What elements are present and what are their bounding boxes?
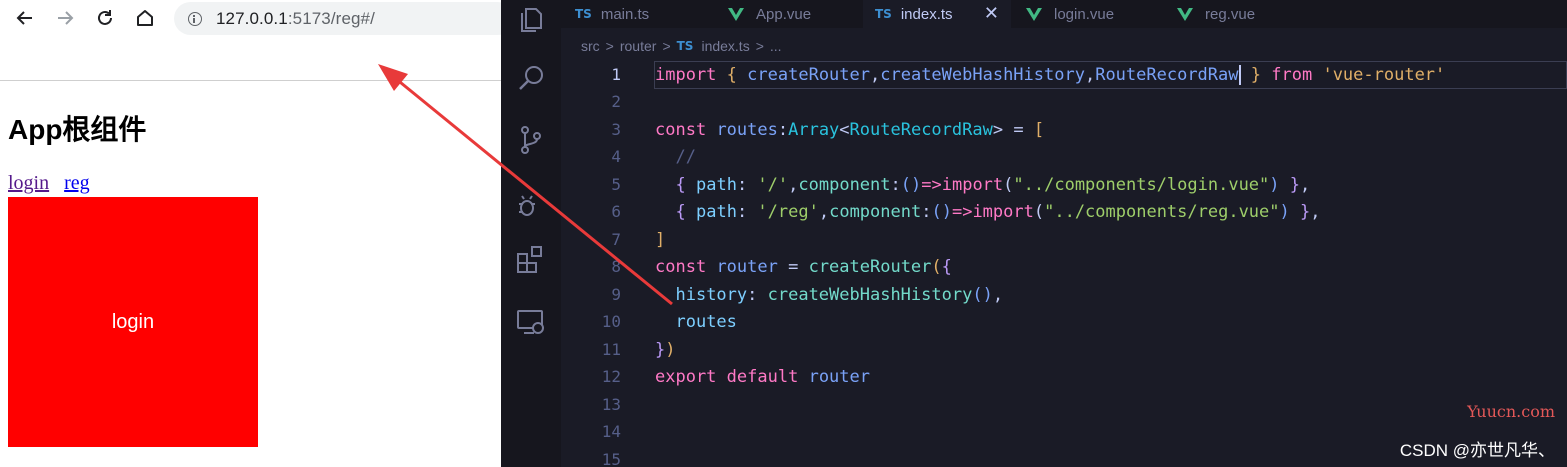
vue-icon (1177, 7, 1193, 21)
code-text: ] (655, 229, 666, 250)
chevron-right-icon: > (662, 38, 671, 54)
line-number: 8 (611, 257, 621, 276)
browser-window: 127.0.0.1:5173/reg#/ App根组件 login reg lo… (0, 0, 514, 467)
tab-reg-vue[interactable]: reg.vue (1177, 0, 1327, 28)
info-icon[interactable] (188, 11, 202, 26)
reg-link[interactable]: reg (64, 172, 90, 194)
code-text: import { createRouter,createWebHashHisto… (655, 64, 1446, 85)
typescript-icon: TS (575, 7, 592, 21)
vue-icon (1026, 7, 1042, 21)
line-number: 11 (601, 340, 621, 359)
code-text: { path: '/reg',component:()=>import("../… (675, 201, 1321, 222)
vue-icon (728, 7, 744, 21)
breadcrumb: src > router > TS index.ts > ... (581, 38, 782, 54)
browser-toolbar: 127.0.0.1:5173/reg#/ (0, 0, 514, 36)
code-text: const router = createRouter({ (655, 256, 952, 277)
code-line: 8 const router = createRouter({ (561, 253, 1567, 280)
login-component-box: login (8, 197, 258, 447)
line-number: 10 (601, 312, 621, 331)
code-line: 9 history: createWebHashHistory(), (561, 281, 1567, 308)
line-number: 15 (601, 450, 621, 467)
code-text: routes (675, 311, 737, 332)
line-number: 2 (611, 92, 621, 111)
line-number: 1 (611, 65, 621, 84)
code-text: const routes:Array<RouteRecordRaw> = [ (655, 119, 1045, 140)
code-line: 11 }) (561, 336, 1567, 363)
code-area[interactable]: 1 import { createRouter,createWebHashHis… (561, 60, 1567, 467)
line-number: 6 (611, 202, 621, 221)
arrow-right-icon (58, 11, 74, 25)
line-number: 7 (611, 230, 621, 249)
source-control-icon[interactable] (515, 124, 547, 156)
line-number: 9 (611, 285, 621, 304)
tab-index-ts[interactable]: TS index.ts ✕ (863, 0, 1011, 28)
code-line: 2 (561, 88, 1567, 115)
breadcrumb-router[interactable]: router (620, 38, 657, 54)
reload-button[interactable] (91, 4, 119, 32)
watermark-author: CSDN @亦世凡华、 (1399, 441, 1555, 460)
tab-label: reg.vue (1205, 5, 1256, 23)
route-links: login reg (8, 172, 100, 195)
code-line: 1 import { createRouter,createWebHashHis… (561, 61, 1567, 89)
toolbar-divider (0, 80, 501, 81)
home-button[interactable] (131, 4, 159, 32)
url-host: 127.0.0.1 (216, 8, 288, 28)
code-line: 5 { path: '/',component:()=>import("../c… (561, 171, 1567, 198)
login-box-label: login (111, 310, 155, 333)
chevron-right-icon: > (605, 38, 614, 54)
line-number: 12 (601, 367, 621, 386)
tab-main-ts[interactable]: TS main.ts (575, 0, 721, 28)
code-line: 10 routes (561, 308, 1567, 335)
forward-button[interactable] (51, 4, 79, 32)
debug-icon[interactable] (515, 188, 547, 220)
extensions-icon[interactable] (515, 244, 547, 276)
files-icon[interactable] (515, 4, 547, 36)
address-bar[interactable]: 127.0.0.1:5173/reg#/ (174, 2, 514, 35)
line-number: 3 (611, 120, 621, 139)
activity-bar (501, 0, 561, 467)
url-text: 127.0.0.1:5173/reg#/ (216, 9, 375, 29)
breadcrumb-src[interactable]: src (581, 38, 600, 54)
code-line: 4 // (561, 143, 1567, 170)
typescript-icon: TS (676, 39, 694, 53)
arrow-left-icon (16, 11, 32, 25)
code-editor: TS main.ts App.vue TS index.ts ✕ login.v… (501, 0, 1567, 467)
code-line: 6 { path: '/reg',component:()=>import(".… (561, 198, 1567, 225)
remote-explorer-icon[interactable] (515, 306, 547, 338)
url-path: :5173/reg#/ (287, 8, 375, 28)
editor-tabs: TS main.ts App.vue TS index.ts ✕ login.v… (561, 0, 1567, 28)
chevron-right-icon: > (755, 38, 764, 54)
breadcrumb-file[interactable]: index.ts (701, 38, 749, 54)
login-link[interactable]: login (8, 172, 49, 194)
tab-app-vue[interactable]: App.vue (728, 0, 868, 28)
breadcrumb-symbols[interactable]: ... (770, 38, 782, 54)
line-number: 4 (611, 147, 621, 166)
search-icon[interactable] (515, 62, 547, 94)
back-button[interactable] (11, 4, 39, 32)
tab-login-vue[interactable]: login.vue (1026, 0, 1176, 28)
home-icon (137, 10, 153, 26)
line-number: 13 (601, 395, 621, 414)
code-text: { path: '/',component:()=>import("../com… (675, 174, 1311, 195)
reload-icon (98, 10, 112, 25)
code-text: }) (655, 339, 676, 360)
close-tab-icon[interactable]: ✕ (984, 3, 999, 24)
tab-label: App.vue (756, 5, 812, 23)
tab-label: main.ts (600, 5, 650, 23)
code-line: 12 export default router (561, 363, 1567, 390)
page-title: App根组件 (8, 114, 147, 145)
typescript-icon: TS (875, 7, 892, 21)
line-number: 5 (611, 175, 621, 194)
code-comment: // (655, 146, 696, 167)
code-line: 3 const routes:Array<RouteRecordRaw> = [ (561, 116, 1567, 143)
watermark-site: Yuucn.com (1467, 402, 1555, 421)
line-number: 14 (601, 422, 621, 441)
tab-label: index.ts (900, 5, 953, 23)
code-line: 7 ] (561, 226, 1567, 253)
tab-label: login.vue (1054, 5, 1115, 23)
code-text: history: createWebHashHistory(), (675, 284, 1004, 305)
code-text: export default router (655, 366, 870, 387)
code-line: 13 (561, 391, 1567, 418)
